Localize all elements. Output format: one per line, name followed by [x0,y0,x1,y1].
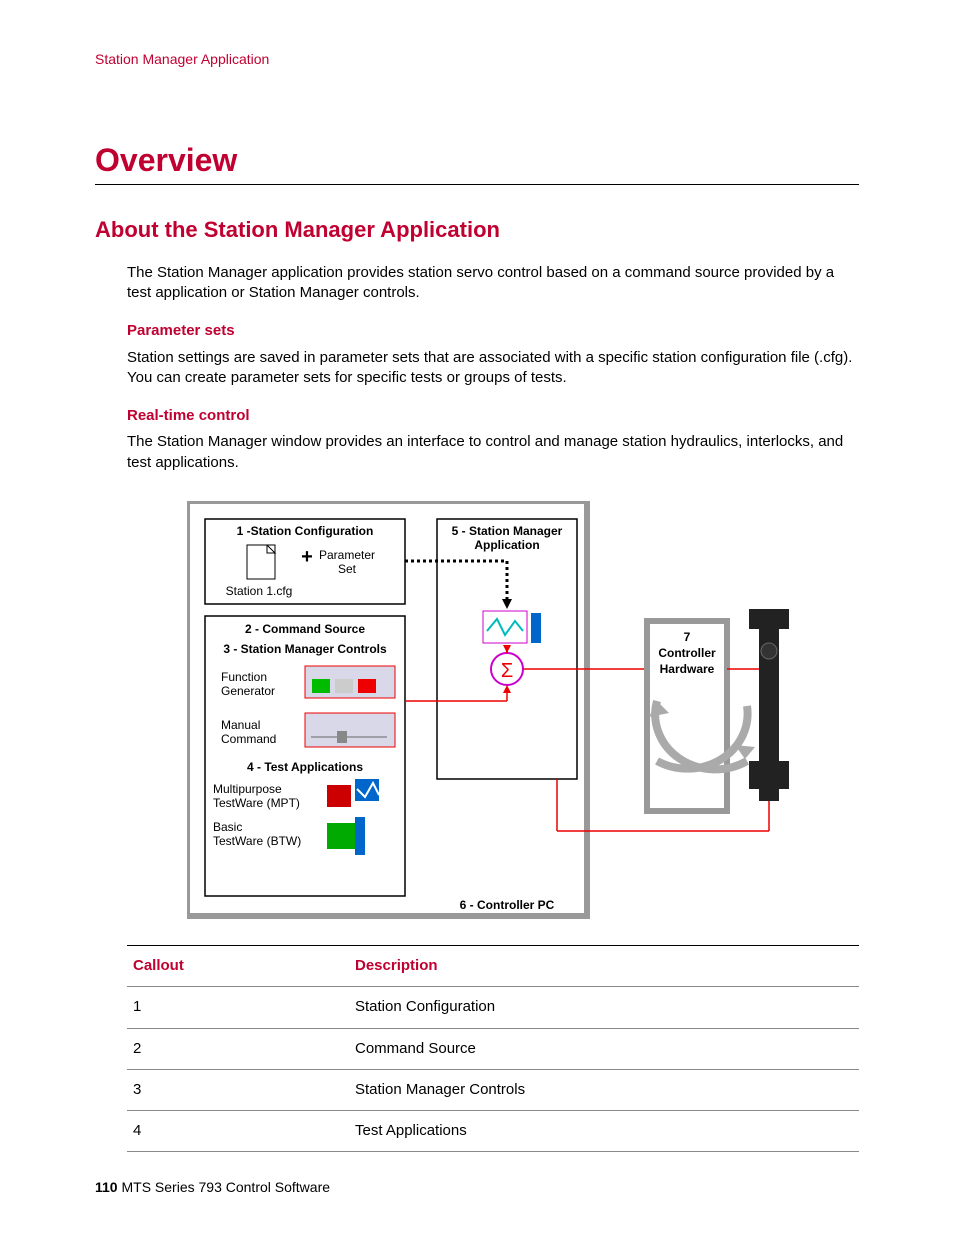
diagram-label: 7 [684,630,691,644]
callout-table: Callout Description 1 Station Configurat… [127,945,859,1152]
diagram-label: Basic [213,820,242,834]
table-row: 2 Command Source [127,1028,859,1069]
table-row: 3 Station Manager Controls [127,1069,859,1110]
svg-text:+: + [301,546,313,568]
table-header: Description [349,946,859,987]
diagram-label: 1 -Station Configuration [237,524,374,538]
diagram-label: TestWare (MPT) [213,796,300,810]
minor-heading-realtime: Real-time control [127,406,859,426]
cell: Station Manager Controls [349,1069,859,1110]
cell: 3 [127,1069,349,1110]
diagram-label: 2 - Command Source [245,622,365,636]
table-header: Callout [127,946,349,987]
footer-title: MTS Series 793 Control Software [121,1179,330,1195]
diagram-label: Controller [658,646,716,660]
cell: Command Source [349,1028,859,1069]
diagram-label: 5 - Station Manager [452,524,563,538]
intro-paragraph: The Station Manager application provides… [127,263,859,304]
section-heading: About the Station Manager Application [95,215,859,245]
diagram-label: 4 - Test Applications [247,760,363,774]
paragraph: The Station Manager window provides an i… [127,432,859,473]
diagram-label: Set [338,562,357,576]
table-row: 4 Test Applications [127,1111,859,1152]
diagram-label: Multipurpose [213,782,282,796]
architecture-diagram: 1 -Station Configuration Station 1.cfg +… [187,501,859,927]
table-row: 1 Station Configuration [127,987,859,1028]
paragraph: Station settings are saved in parameter … [127,348,859,389]
diagram-label: Manual [221,718,260,732]
page-title: Overview [95,139,859,185]
diagram-label: Hardware [660,662,715,676]
diagram-label: Generator [221,684,275,698]
cell: Test Applications [349,1111,859,1152]
page-footer: 110 MTS Series 793 Control Software [95,1178,330,1197]
diagram-label: 3 - Station Manager Controls [223,642,387,656]
page-number: 110 [95,1179,118,1195]
diagram-label: 6 - Controller PC [460,898,555,912]
diagram-label: TestWare (BTW) [213,834,301,848]
cell: 4 [127,1111,349,1152]
minor-heading-parameter-sets: Parameter sets [127,321,859,341]
cell: 2 [127,1028,349,1069]
diagram-label: Application [474,538,539,552]
diagram-label: Parameter [319,548,375,562]
sigma-icon: Σ [501,660,513,682]
diagram-label: Function [221,670,267,684]
diagram-label: Station 1.cfg [226,584,293,598]
cell: Station Configuration [349,987,859,1028]
running-header: Station Manager Application [95,50,859,69]
cell: 1 [127,987,349,1028]
diagram-label: Command [221,732,276,746]
